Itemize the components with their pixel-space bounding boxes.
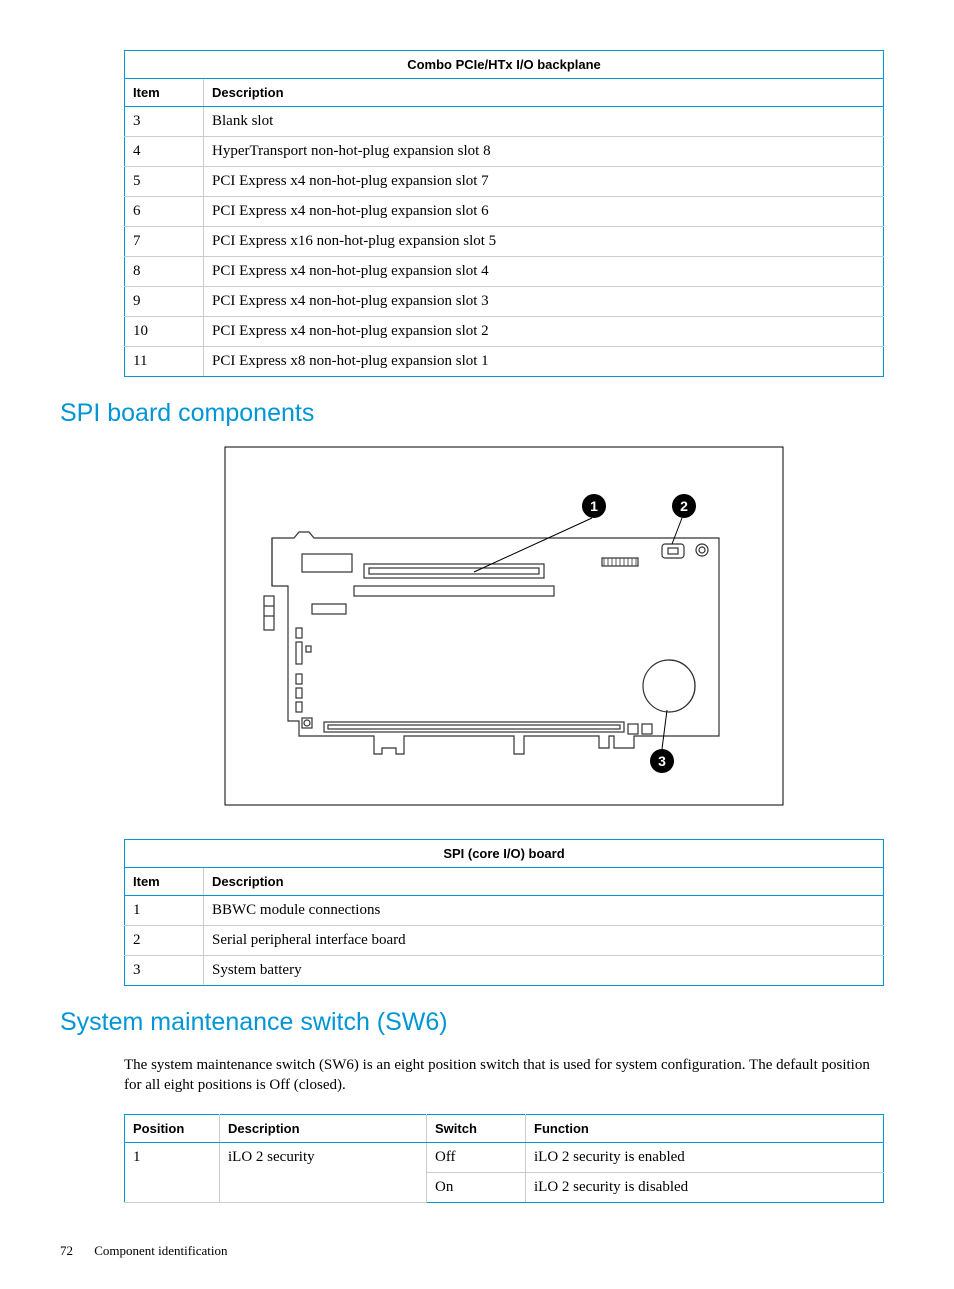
cell-switch: Off [427,1142,526,1172]
col-header-item: Item [125,79,204,107]
cell-desc: PCI Express x4 non-hot-plug expansion sl… [204,167,884,197]
cell-item: 3 [125,956,204,986]
cell-item: 11 [125,347,204,377]
cell-desc: PCI Express x4 non-hot-plug expansion sl… [204,257,884,287]
cell-item: 2 [125,926,204,956]
cell-item: 6 [125,197,204,227]
cell-desc: Blank slot [204,107,884,137]
cell-desc: System battery [204,956,884,986]
cell-desc: PCI Express x8 non-hot-plug expansion sl… [204,347,884,377]
table-row: 11PCI Express x8 non-hot-plug expansion … [125,347,884,377]
footer-section: Component identification [94,1243,227,1258]
cell-item: 5 [125,167,204,197]
col-header-switch: Switch [427,1114,526,1142]
cell-item: 1 [125,896,204,926]
col-header-item: Item [125,868,204,896]
cell-desc: BBWC module connections [204,896,884,926]
table-row: 10PCI Express x4 non-hot-plug expansion … [125,317,884,347]
cell-item: 9 [125,287,204,317]
table-row: 7PCI Express x16 non-hot-plug expansion … [125,227,884,257]
page-number: 72 [60,1243,73,1258]
cell-desc: iLO 2 security [220,1142,427,1202]
cell-item: 3 [125,107,204,137]
heading-sw6: System maintenance switch (SW6) [60,1008,884,1037]
cell-item: 4 [125,137,204,167]
col-header-desc: Description [204,868,884,896]
table-title: Combo PCIe/HTx I/O backplane [125,51,884,79]
cell-desc: HyperTransport non-hot-plug expansion sl… [204,137,884,167]
cell-desc: PCI Express x4 non-hot-plug expansion sl… [204,197,884,227]
col-header-desc: Description [204,79,884,107]
col-header-position: Position [125,1114,220,1142]
cell-desc: PCI Express x4 non-hot-plug expansion sl… [204,317,884,347]
table-row: 3Blank slot [125,107,884,137]
cell-desc: Serial peripheral interface board [204,926,884,956]
col-header-function: Function [526,1114,884,1142]
cell-position: 1 [125,1142,220,1202]
cell-item: 8 [125,257,204,287]
cell-item: 7 [125,227,204,257]
spi-board-diagram: 1 2 3 [124,446,884,811]
spi-board-table: SPI (core I/O) board Item Description 1B… [124,839,884,986]
cell-function: iLO 2 security is enabled [526,1142,884,1172]
callout-1: 1 [590,498,598,514]
heading-spi-board: SPI board components [60,399,884,428]
backplane-table: Combo PCIe/HTx I/O backplane Item Descri… [124,50,884,377]
table-row: 1BBWC module connections [125,896,884,926]
page-footer: 72 Component identification [60,1243,884,1259]
sw6-paragraph: The system maintenance switch (SW6) is a… [124,1055,884,1096]
cell-switch: On [427,1172,526,1202]
table-row: 8PCI Express x4 non-hot-plug expansion s… [125,257,884,287]
cell-desc: PCI Express x16 non-hot-plug expansion s… [204,227,884,257]
table-row: 2Serial peripheral interface board [125,926,884,956]
table-row: 6PCI Express x4 non-hot-plug expansion s… [125,197,884,227]
col-header-desc: Description [220,1114,427,1142]
table-title: SPI (core I/O) board [125,840,884,868]
sw6-table: Position Description Switch Function 1 i… [124,1114,884,1203]
callout-2: 2 [680,498,688,514]
cell-desc: PCI Express x4 non-hot-plug expansion sl… [204,287,884,317]
table-row: 1 iLO 2 security Off iLO 2 security is e… [125,1142,884,1172]
cell-function: iLO 2 security is disabled [526,1172,884,1202]
table-row: 3System battery [125,956,884,986]
table-row: 4HyperTransport non-hot-plug expansion s… [125,137,884,167]
callout-3: 3 [658,753,666,769]
cell-item: 10 [125,317,204,347]
table-row: 9PCI Express x4 non-hot-plug expansion s… [125,287,884,317]
table-row: 5PCI Express x4 non-hot-plug expansion s… [125,167,884,197]
